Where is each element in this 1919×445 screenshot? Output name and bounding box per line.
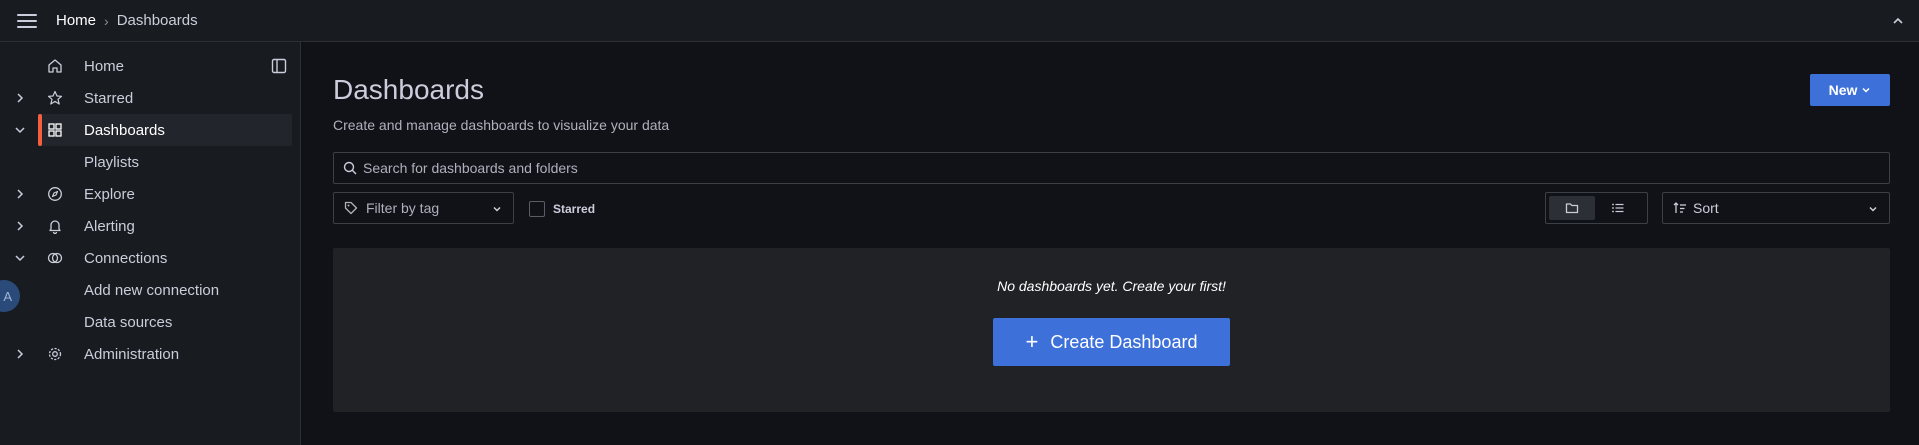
folder-icon xyxy=(1565,203,1579,214)
breadcrumb: Home › Dashboards xyxy=(56,12,198,29)
filter-by-tag-label: Filter by tag xyxy=(366,200,440,216)
chevron-down-icon xyxy=(1862,87,1870,93)
active-highlight xyxy=(38,114,292,146)
create-dashboard-label: Create Dashboard xyxy=(1050,331,1198,352)
breadcrumb-separator: › xyxy=(104,12,109,29)
sidebar-item-home[interactable]: Home xyxy=(0,50,300,82)
chevron-down-icon xyxy=(493,206,501,212)
bell-icon xyxy=(49,220,61,234)
tag-icon xyxy=(344,201,358,215)
grid-icon xyxy=(48,123,62,137)
filter-by-tag-select[interactable]: Filter by tag xyxy=(333,192,514,224)
new-button-label: New xyxy=(1828,82,1858,98)
sidebar-item-administration[interactable]: Administration xyxy=(0,338,300,370)
sort-select[interactable]: Sort xyxy=(1662,192,1890,224)
sidebar: Home Starred Dashboards Playlists Explor… xyxy=(0,42,301,445)
page-title: Dashboards xyxy=(333,74,484,105)
home-icon xyxy=(48,59,62,73)
starred-label: Starred xyxy=(553,202,596,216)
sidebar-item-label: Data sources xyxy=(84,313,173,331)
active-indicator xyxy=(38,114,42,146)
sidebar-item-label: Alerting xyxy=(84,217,135,235)
sidebar-item-label: Starred xyxy=(84,89,134,107)
plus-icon: + xyxy=(1025,329,1039,354)
sidebar-item-playlists[interactable]: Playlists xyxy=(0,146,300,178)
sort-icon xyxy=(1673,202,1686,213)
chevron-down-icon[interactable] xyxy=(14,124,26,136)
sidebar-item-label: Dashboards xyxy=(84,121,165,139)
chevron-right-icon[interactable] xyxy=(14,188,26,200)
chevron-up-icon[interactable] xyxy=(1891,14,1905,28)
search-icon xyxy=(343,161,357,175)
sidebar-item-data-sources[interactable]: Data sources xyxy=(0,306,300,338)
new-button[interactable]: New xyxy=(1810,74,1890,106)
search-box xyxy=(333,152,1890,184)
empty-state-panel: No dashboards yet. Create your first! + … xyxy=(333,248,1890,412)
sidebar-item-label: Connections xyxy=(84,249,168,267)
star-icon xyxy=(47,90,63,105)
create-dashboard-button[interactable]: + Create Dashboard xyxy=(993,318,1230,366)
chevron-down-icon xyxy=(1869,206,1877,212)
view-toggle xyxy=(1545,192,1648,224)
menu-icon[interactable] xyxy=(16,12,38,30)
sidebar-item-add-new-connection[interactable]: Add new connection xyxy=(0,274,300,306)
sidebar-item-label: Playlists xyxy=(84,153,140,171)
sidebar-item-explore[interactable]: Explore xyxy=(0,178,300,210)
sort-label: Sort xyxy=(1693,200,1719,216)
sidebar-item-starred[interactable]: Starred xyxy=(0,82,300,114)
page-subtitle: Create and manage dashboards to visualiz… xyxy=(333,117,670,133)
sidebar-item-alerting[interactable]: Alerting xyxy=(0,210,300,242)
sidebar-item-dashboards[interactable]: Dashboards xyxy=(0,114,300,146)
top-bar: Home › Dashboards xyxy=(0,0,1919,42)
list-icon xyxy=(1612,203,1624,213)
empty-state-message: No dashboards yet. Create your first! xyxy=(997,278,1226,294)
sidebar-item-label: Explore xyxy=(84,185,135,203)
list-view-button[interactable] xyxy=(1595,196,1641,220)
compass-icon xyxy=(48,187,62,201)
chevron-down-icon[interactable] xyxy=(14,252,26,264)
starred-checkbox[interactable]: Starred xyxy=(529,201,595,217)
folder-view-button[interactable] xyxy=(1549,196,1595,220)
chevron-right-icon[interactable] xyxy=(14,220,26,232)
main-content: Dashboards Create and manage dashboards … xyxy=(301,42,1919,445)
checkbox-box[interactable] xyxy=(529,201,545,217)
breadcrumb-current: Dashboards xyxy=(116,12,198,29)
sidebar-item-connections[interactable]: Connections xyxy=(0,242,300,274)
search-input[interactable] xyxy=(363,160,1889,176)
breadcrumb-home[interactable]: Home xyxy=(56,12,96,29)
connections-icon xyxy=(47,252,63,264)
sidebar-item-label: Administration xyxy=(84,345,180,363)
sidebar-item-label: Home xyxy=(84,57,125,75)
chevron-right-icon[interactable] xyxy=(14,348,26,360)
chevron-right-icon[interactable] xyxy=(14,92,26,104)
sidebar-item-label: Add new connection xyxy=(84,281,220,299)
cog-icon xyxy=(48,347,62,361)
